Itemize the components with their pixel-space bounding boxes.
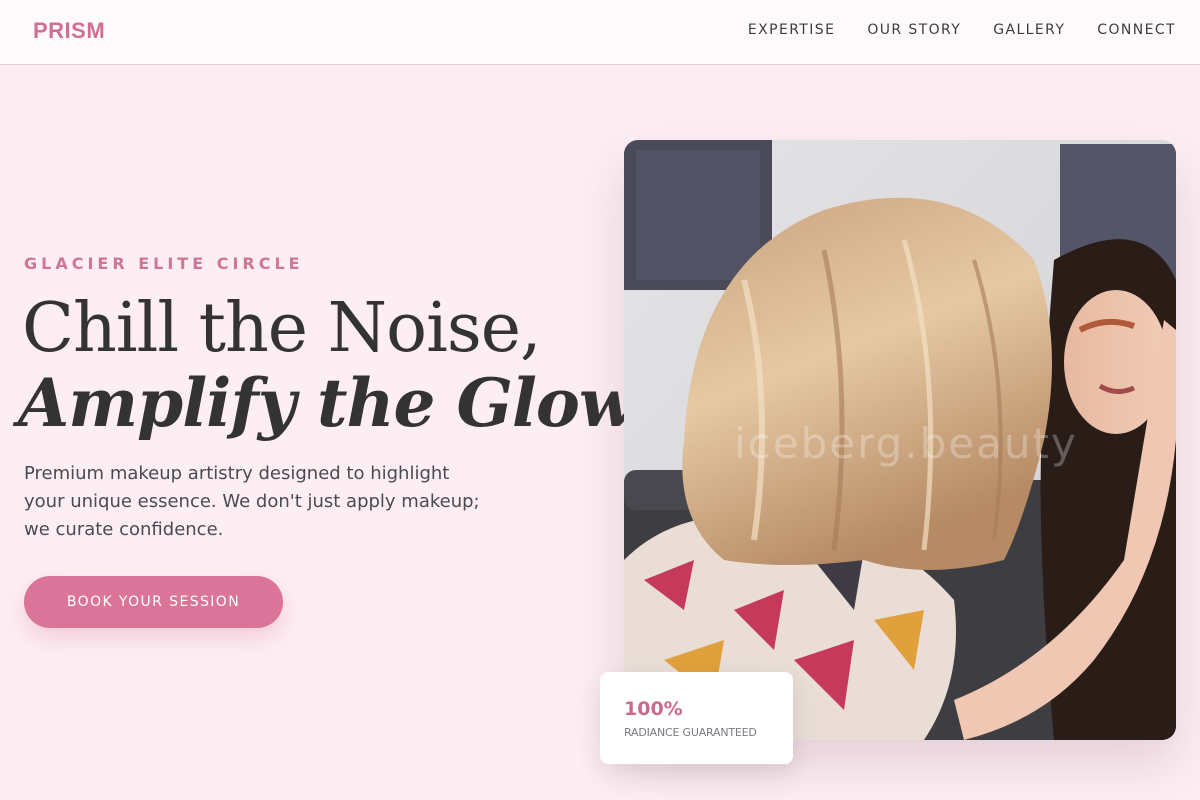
hero-photo: iceberg.beauty: [624, 140, 1176, 740]
nav-gallery-link[interactable]: GALLERY: [993, 22, 1065, 38]
stat-label: RADIANCE GUARANTEED: [624, 726, 757, 739]
nav-our-story-link[interactable]: OUR STORY: [867, 22, 961, 38]
photo-watermark: iceberg.beauty: [734, 419, 1078, 468]
brand-logo[interactable]: PRISM: [33, 18, 105, 44]
headline-line-2: Amplify the Glow.: [18, 364, 651, 442]
stat-value: 100%: [624, 698, 683, 720]
site-header: PRISM EXPERTISE OUR STORY GALLERY CONNEC…: [0, 0, 1200, 65]
headline-line-1: Chill the Noise,: [22, 289, 542, 368]
hero-headline: Chill the Noise, Amplify the Glow.: [18, 289, 651, 441]
radiance-stat-card: 100% RADIANCE GUARANTEED: [600, 672, 793, 764]
nav-connect-link[interactable]: CONNECT: [1097, 22, 1176, 38]
main-nav: EXPERTISE OUR STORY GALLERY CONNECT: [748, 22, 1176, 38]
hero-description: Premium makeup artistry designed to high…: [24, 463, 480, 540]
hero-eyebrow: GLACIER ELITE CIRCLE: [24, 254, 304, 273]
nav-expertise-link[interactable]: EXPERTISE: [748, 22, 835, 38]
book-session-button[interactable]: BOOK YOUR SESSION: [24, 576, 283, 628]
